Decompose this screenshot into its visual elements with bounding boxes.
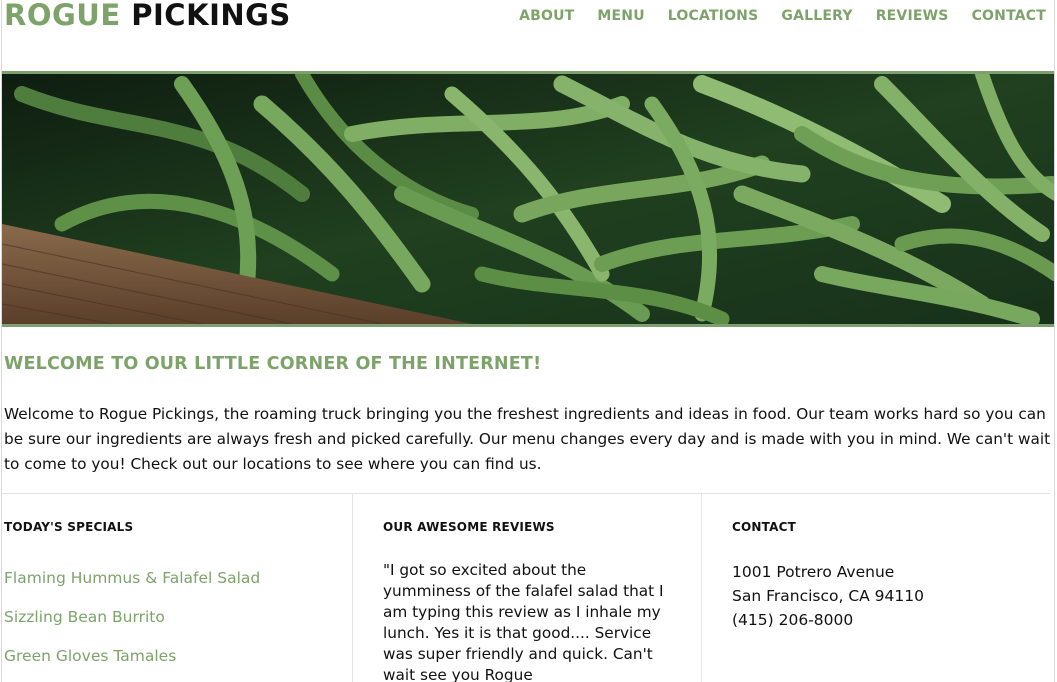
green-beans-photo	[2, 74, 1054, 324]
welcome-text: Welcome to Rogue Pickings, the roaming t…	[4, 405, 1051, 473]
contact-address-line2: San Francisco, CA 94110	[732, 587, 924, 605]
hero-image	[2, 71, 1054, 327]
nav-about[interactable]: ABOUT	[519, 6, 574, 26]
page: ROGUE PICKINGS ABOUT MENU LOCATIONS GALL…	[1, 0, 1055, 682]
reviews-title: OUR AWESOME REVIEWS	[383, 520, 555, 534]
special-link-1[interactable]: Flaming Hummus & Falafel Salad	[4, 569, 260, 587]
main-nav: ABOUT MENU LOCATIONS GALLERY REVIEWS CON…	[519, 6, 1046, 26]
contact-address-line1: 1001 Potrero Avenue	[732, 563, 895, 581]
specials-section: TODAY'S SPECIALS Flaming Hummus & Falafe…	[2, 494, 352, 682]
contact-section: CONTACT 1001 Potrero Avenue San Francisc…	[701, 494, 1054, 682]
list-item: Green Gloves Tamales	[4, 646, 260, 667]
nav-menu[interactable]: MENU	[597, 6, 644, 26]
logo-part-pickings: PICKINGS	[131, 0, 291, 32]
review-text: "I got so excited about the yumminess of…	[383, 561, 664, 682]
list-item: Sizzling Bean Burrito	[4, 607, 260, 628]
nav-reviews[interactable]: REVIEWS	[876, 6, 949, 26]
nav-locations[interactable]: LOCATIONS	[668, 6, 759, 26]
nav-contact[interactable]: CONTACT	[972, 6, 1046, 26]
contact-details: 1001 Potrero Avenue San Francisco, CA 94…	[732, 560, 924, 632]
contact-title: CONTACT	[732, 520, 796, 534]
special-link-3[interactable]: Green Gloves Tamales	[4, 647, 176, 665]
nav-gallery[interactable]: GALLERY	[781, 6, 852, 26]
specials-list: Flaming Hummus & Falafel Salad Sizzling …	[4, 568, 260, 682]
specials-title: TODAY'S SPECIALS	[4, 520, 134, 534]
reviews-section: OUR AWESOME REVIEWS "I got so excited ab…	[352, 494, 701, 682]
welcome-title: WELCOME TO OUR LITTLE CORNER OF THE INTE…	[4, 354, 542, 374]
special-link-2[interactable]: Sizzling Bean Burrito	[4, 608, 165, 626]
site-logo[interactable]: ROGUE PICKINGS	[4, 0, 291, 32]
list-item: Flaming Hummus & Falafel Salad	[4, 568, 260, 589]
contact-phone[interactable]: (415) 206-8000	[732, 608, 924, 632]
logo-part-rogue: ROGUE	[4, 0, 121, 32]
